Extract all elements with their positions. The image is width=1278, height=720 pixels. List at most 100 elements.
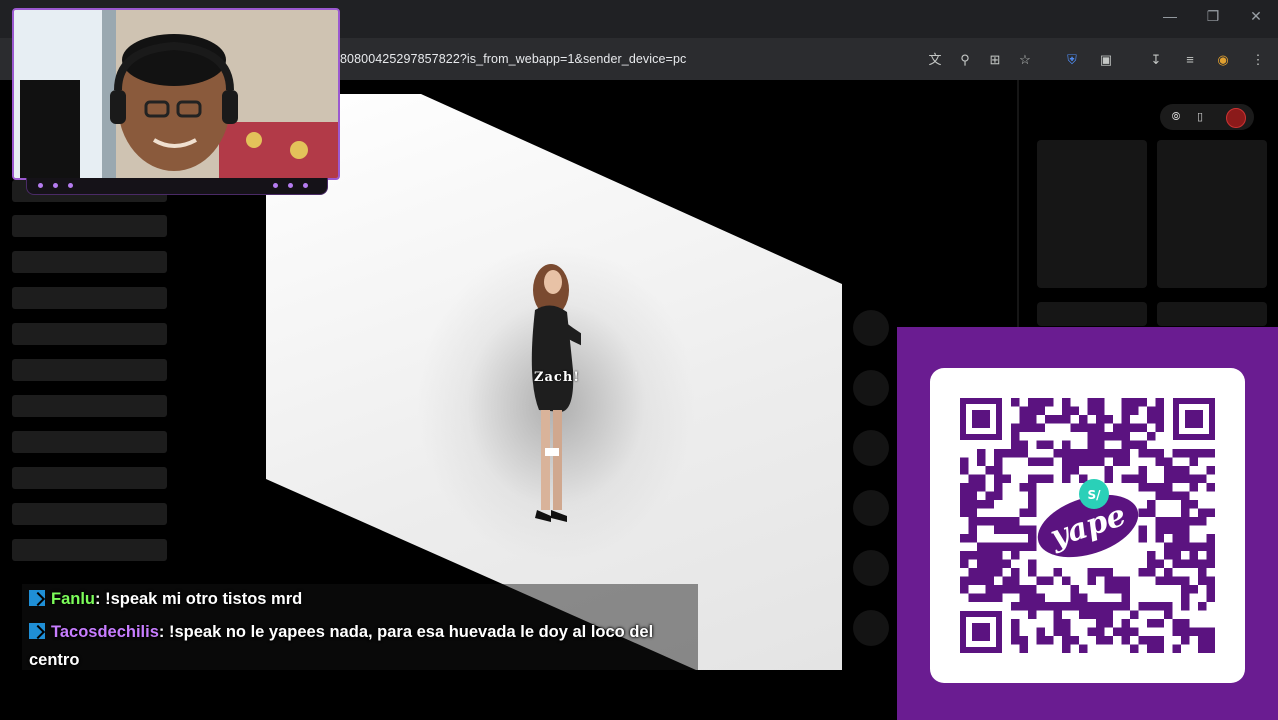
qr-module	[1045, 457, 1054, 466]
qr-module	[1130, 610, 1139, 619]
qr-module	[1070, 466, 1079, 475]
side-action-button[interactable]	[853, 370, 889, 406]
qr-module	[1138, 466, 1147, 475]
qr-module	[1113, 457, 1122, 466]
qr-module	[1181, 500, 1190, 509]
profile-icon[interactable]: ◉	[1213, 51, 1233, 69]
qr-module	[1172, 449, 1181, 458]
skeleton-item	[12, 323, 167, 345]
qr-module	[1096, 610, 1105, 619]
qr-module	[1198, 508, 1207, 517]
restore-button[interactable]: ❐	[1201, 8, 1225, 25]
qr-module	[1002, 449, 1011, 458]
side-action-button[interactable]	[853, 490, 889, 526]
download-icon[interactable]: ↧	[1146, 51, 1166, 69]
puzzle-icon[interactable]: ▣	[1096, 51, 1116, 69]
qr-module	[1189, 585, 1198, 594]
qr-module	[1121, 636, 1130, 645]
install-icon[interactable]: ⊞	[985, 51, 1005, 69]
qr-module	[1155, 423, 1164, 432]
qr-module	[968, 568, 977, 577]
qr-module	[1028, 593, 1037, 602]
side-action-button[interactable]	[853, 550, 889, 586]
webcam-feed	[14, 10, 338, 178]
qr-module	[1130, 644, 1139, 653]
skeleton-item	[12, 503, 167, 525]
side-action-button[interactable]	[853, 310, 889, 346]
qr-module	[1138, 449, 1147, 458]
qr-module	[968, 508, 977, 517]
qr-module	[1121, 432, 1130, 441]
qr-module	[1079, 610, 1088, 619]
qr-module	[1087, 449, 1096, 458]
qr-module	[1164, 551, 1173, 560]
qr-module	[994, 449, 1003, 458]
qr-module	[1019, 644, 1028, 653]
side-action-button[interactable]	[853, 610, 889, 646]
qr-module	[1155, 398, 1164, 407]
qr-module	[1155, 644, 1164, 653]
qr-module	[1181, 542, 1190, 551]
qr-module	[960, 491, 969, 500]
side-action-button[interactable]	[853, 430, 889, 466]
qr-module	[1104, 576, 1113, 585]
qr-module	[960, 585, 969, 594]
qr-module	[1155, 415, 1164, 424]
avatar[interactable]	[1226, 108, 1246, 128]
qr-module	[1130, 406, 1139, 415]
qr-module	[1121, 576, 1130, 585]
qr-module	[1036, 474, 1045, 483]
qr-module	[1206, 508, 1215, 517]
qr-module	[1079, 423, 1088, 432]
qr-module	[1087, 568, 1096, 577]
qr-module	[1019, 415, 1028, 424]
phone-icon[interactable]: ▯	[1192, 109, 1208, 125]
translate-icon[interactable]: 文	[925, 51, 945, 69]
video-thumbnail[interactable]	[1037, 140, 1147, 288]
qr-module	[1053, 619, 1062, 628]
qr-module	[1155, 636, 1164, 645]
zoom-icon[interactable]: ⚲	[955, 51, 975, 69]
qr-module	[960, 534, 969, 543]
qr-module	[1198, 644, 1207, 653]
qr-module	[1002, 585, 1011, 594]
qr-module	[1121, 627, 1130, 636]
video-thumbnail[interactable]	[1157, 140, 1267, 288]
qr-module	[1147, 568, 1156, 577]
qr-module	[1206, 449, 1215, 458]
qr-module	[1062, 449, 1071, 458]
qr-module	[1019, 483, 1028, 492]
qr-module	[1011, 432, 1020, 441]
video-thumbnail[interactable]	[1157, 302, 1267, 326]
qr-module	[1036, 593, 1045, 602]
qr-module	[1104, 619, 1113, 628]
url-text[interactable]: 80800425297857822?is_from_webapp=1&sende…	[340, 52, 686, 66]
qr-module	[1164, 542, 1173, 551]
qr-module	[968, 491, 977, 500]
qr-module	[1053, 610, 1062, 619]
compass-icon[interactable]: ⦾	[1168, 109, 1184, 125]
minimize-button[interactable]: —	[1158, 8, 1182, 24]
menu-icon[interactable]: ⋮	[1248, 51, 1268, 69]
yape-qr-code: yape S/	[960, 398, 1215, 653]
qr-module	[1096, 602, 1105, 611]
qr-module	[1062, 415, 1071, 424]
skeleton-item	[12, 215, 167, 237]
video-thumbnail[interactable]	[1037, 302, 1147, 326]
qr-module	[1189, 457, 1198, 466]
qr-module	[977, 483, 986, 492]
qr-module	[1062, 602, 1071, 611]
skeleton-item	[12, 395, 167, 417]
close-window-button[interactable]: ✕	[1244, 8, 1268, 25]
qr-module	[994, 585, 1003, 594]
qr-module	[1028, 423, 1037, 432]
qr-module	[994, 457, 1003, 466]
qr-module	[1181, 491, 1190, 500]
star-icon[interactable]: ☆	[1015, 51, 1035, 69]
qr-module	[1164, 602, 1173, 611]
qr-module	[985, 491, 994, 500]
extension-shield-icon[interactable]: ⛨	[1062, 51, 1082, 69]
qr-module	[1087, 406, 1096, 415]
qr-module	[1002, 525, 1011, 534]
media-icon[interactable]: ≡	[1180, 51, 1200, 69]
